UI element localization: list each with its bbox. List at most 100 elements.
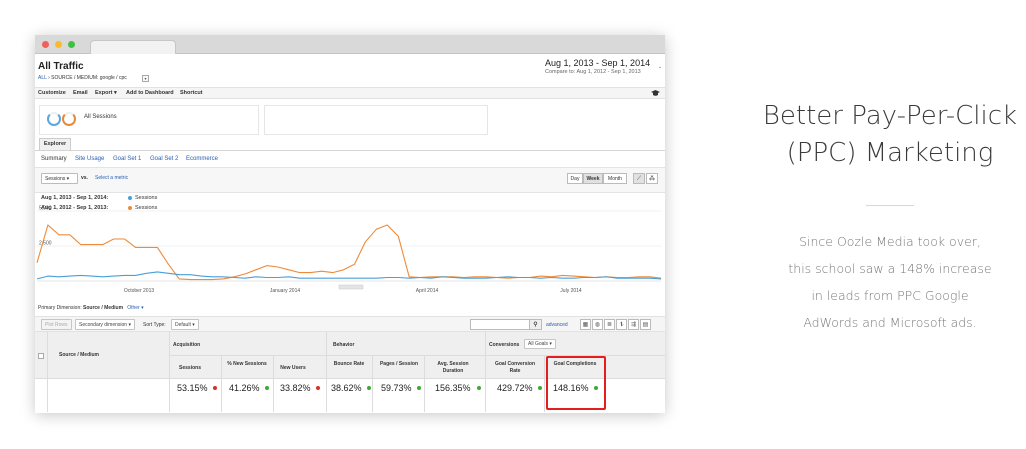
pivot-view-icon[interactable]: ▤ <box>640 319 651 330</box>
motion-chart-icon[interactable]: ⁂ <box>646 173 658 184</box>
granularity-week-button[interactable]: Week <box>583 173 603 184</box>
page-title: All Traffic <box>38 61 84 72</box>
table-divider <box>273 356 274 412</box>
column-avg-session-duration[interactable]: Avg. Session Duration <box>431 361 475 375</box>
decrease-indicator-icon <box>213 386 217 390</box>
x-tick-label: July 2014 <box>560 288 582 294</box>
column-sessions[interactable]: Sessions <box>173 365 207 372</box>
increase-indicator-icon <box>538 386 542 390</box>
report-toolbar: Customize Email Export ▾ Add to Dashboar… <box>35 87 665 99</box>
table-divider <box>221 356 222 412</box>
table-divider <box>169 332 170 412</box>
segment-pie-icon <box>62 112 76 126</box>
add-segment-card[interactable] <box>264 105 488 135</box>
tab-explorer[interactable]: Explorer <box>39 138 71 150</box>
chart-resize-handle[interactable] <box>338 284 364 290</box>
subtab-goal-set-1[interactable]: Goal Set 1 <box>113 156 141 162</box>
cell-new-users: 33.82% <box>280 383 311 393</box>
date-range-picker[interactable]: Aug 1, 2013 - Sep 1, 2014 <box>545 59 650 68</box>
subtab-site-usage[interactable]: Site Usage <box>75 156 104 162</box>
compare-date-range: Compare to: Aug 1, 2012 - Sep 1, 2013 <box>545 69 641 75</box>
column-bounce-rate[interactable]: Bounce Rate <box>329 361 369 368</box>
group-conversions: Conversions <box>489 342 520 348</box>
column-new-sessions[interactable]: % New Sessions <box>224 361 270 368</box>
goal-completions-highlight <box>546 356 606 410</box>
select-metric-link[interactable]: Select a metric <box>95 176 128 181</box>
slide: All Traffic ALL › SOURCE / MEDIUM: googl… <box>0 0 1026 449</box>
column-new-users[interactable]: New Users <box>275 365 311 372</box>
decrease-indicator-icon <box>316 386 320 390</box>
table-divider <box>47 332 48 412</box>
increase-indicator-icon <box>477 386 481 390</box>
breadcrumb-dropdown-icon[interactable]: ▾ <box>142 75 149 82</box>
table-view-icon[interactable]: ▦ <box>580 319 591 330</box>
analytics-page: All Traffic ALL › SOURCE / MEDIUM: googl… <box>35 35 665 413</box>
series-line-previous-period[interactable] <box>36 224 662 281</box>
email-button[interactable]: Email <box>73 90 88 97</box>
search-icon[interactable]: ⚲ <box>529 319 542 330</box>
sessions-line-chart[interactable]: 5,000 2,500 October 2013 January 2014 April … <box>35 205 665 295</box>
graduation-cap-icon[interactable] <box>651 90 660 97</box>
segment-pie-icon <box>47 112 61 126</box>
goals-select[interactable]: All Goals ▾ <box>524 339 556 349</box>
description-line: Since Oozle Media took over, <box>799 234 981 249</box>
customize-button[interactable]: Customize <box>38 90 66 97</box>
headline-line: (PPC) Marketing <box>786 138 994 168</box>
metric-select-value: Sessions <box>45 176 66 182</box>
group-acquisition: Acquisition <box>173 342 201 348</box>
date-caret-icon[interactable]: ⌄ <box>658 65 662 70</box>
performance-view-icon[interactable]: ≣ <box>604 319 615 330</box>
advanced-filter-link[interactable]: advanced <box>546 323 568 328</box>
primary-dimension: Primary Dimension: Source / Medium Other… <box>38 306 144 311</box>
group-behavior: Behavior <box>333 342 355 348</box>
increase-indicator-icon <box>417 386 421 390</box>
column-source-medium[interactable]: Source / Medium <box>59 353 99 358</box>
export-button[interactable]: Export ▾ <box>95 90 117 97</box>
select-all-checkbox[interactable] <box>38 353 44 359</box>
description-line: AdWords and Microsoft ads. <box>803 315 977 330</box>
cell-new-sessions: 41.26% <box>229 383 260 393</box>
description: Since Oozle Media took over, this school… <box>758 228 1022 336</box>
subtab-goal-set-2[interactable]: Goal Set 2 <box>150 156 178 162</box>
comparison-view-icon[interactable]: ⥮ <box>616 319 627 330</box>
table-divider <box>544 356 545 412</box>
increase-indicator-icon <box>265 386 269 390</box>
shortcut-button[interactable]: Shortcut <box>180 90 203 97</box>
column-pages-per-session[interactable]: Pages / Session <box>375 361 423 368</box>
subtab-summary[interactable]: Summary <box>41 156 67 162</box>
granularity-day-button[interactable]: Day <box>567 173 583 184</box>
legend-series-current: Sessions <box>135 195 158 201</box>
table-divider <box>424 356 425 412</box>
divider <box>35 150 665 151</box>
add-to-dashboard-button[interactable]: Add to Dashboard <box>126 90 174 97</box>
granularity-month-button[interactable]: Month <box>603 173 627 184</box>
y-tick-label: 2,500 <box>39 241 52 247</box>
column-goal-conversion-rate[interactable]: Goal Conversion Rate <box>490 361 540 375</box>
headline-divider <box>866 205 914 206</box>
x-tick-label: April 2014 <box>416 288 439 294</box>
cell-sessions: 53.15% <box>177 383 208 393</box>
headline: Better Pay-Per-Click (PPC) Marketing <box>740 98 1026 172</box>
table-divider <box>485 332 486 412</box>
sort-type-select[interactable]: Default ▾ <box>171 319 199 330</box>
table-divider <box>326 332 327 412</box>
term-cloud-view-icon[interactable]: ⇶ <box>628 319 639 330</box>
legend-dot-current <box>128 196 132 200</box>
description-line: this school saw a 148% increase <box>788 261 992 276</box>
y-tick-label: 5,000 <box>39 206 52 212</box>
sort-type-label: Sort Type: <box>143 322 166 328</box>
subtab-ecommerce[interactable]: Ecommerce <box>186 156 218 162</box>
breadcrumb-all-link[interactable]: ALL <box>38 75 47 81</box>
breadcrumb-source-medium: › SOURCE / MEDIUM: google / cpc <box>48 75 127 81</box>
primary-dimension-value[interactable]: Source / Medium <box>83 305 123 311</box>
metric-select[interactable]: Sessions ▾ <box>41 173 78 184</box>
segment-label: All Sessions <box>84 114 117 120</box>
plot-rows-button[interactable]: Plot Rows <box>41 319 72 330</box>
table-divider <box>372 356 373 412</box>
secondary-dimension-select[interactable]: Secondary dimension ▾ <box>75 319 135 330</box>
cell-avg-session-duration: 156.35% <box>435 383 471 393</box>
percentage-view-icon[interactable]: ◍ <box>592 319 603 330</box>
primary-dimension-other[interactable]: Other ▾ <box>127 305 143 311</box>
line-chart-icon[interactable]: ⟋ <box>633 173 645 184</box>
description-line: in leads from PPC Google <box>811 288 969 303</box>
